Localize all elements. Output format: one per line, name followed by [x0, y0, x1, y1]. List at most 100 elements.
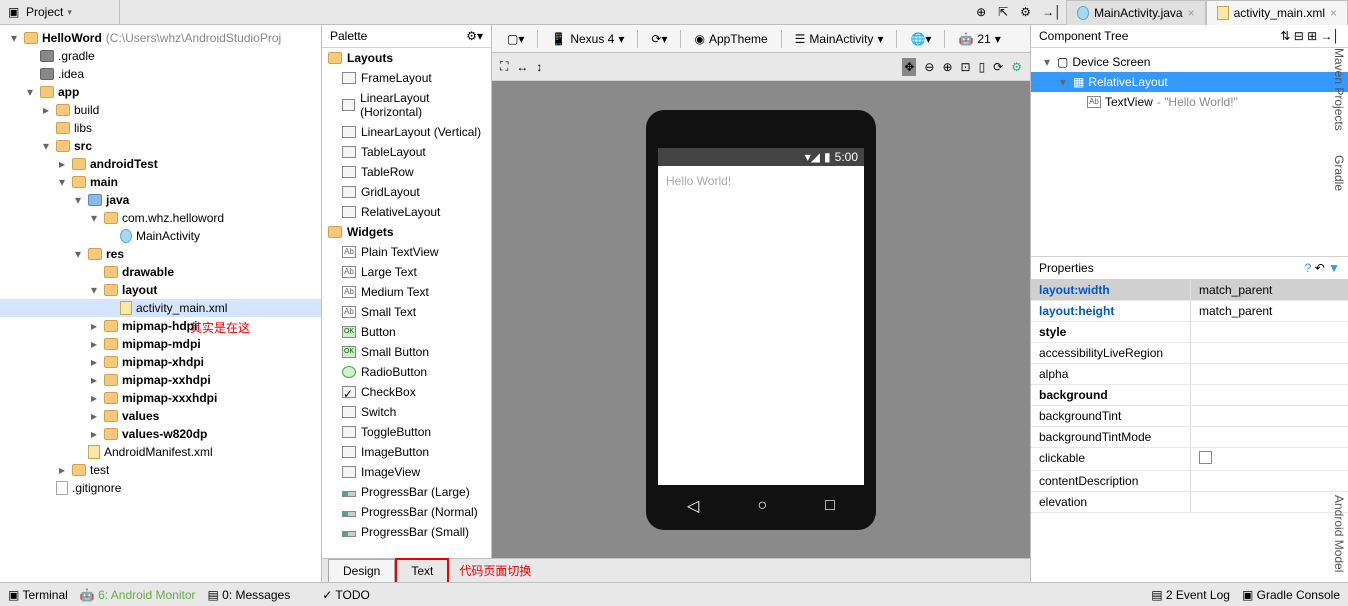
- palette-item[interactable]: AbPlain TextView: [322, 242, 491, 262]
- tree-item[interactable]: ▸mipmap-xhdpi: [0, 353, 321, 371]
- palette-item[interactable]: ProgressBar (Normal): [322, 502, 491, 522]
- component-tree[interactable]: ▾▢ Device Screen ▾▦ RelativeLayout Ab Te…: [1031, 48, 1348, 116]
- locale-dropdown[interactable]: 🌐▾: [903, 29, 938, 49]
- tree-item[interactable]: ▾com.whz.helloword: [0, 209, 321, 227]
- property-value[interactable]: [1191, 448, 1348, 470]
- property-value[interactable]: [1191, 492, 1348, 512]
- ct-textview[interactable]: Ab TextView - "Hello World!": [1031, 92, 1348, 112]
- palette-item[interactable]: ProgressBar (Large): [322, 482, 491, 502]
- property-value[interactable]: [1191, 427, 1348, 447]
- palette-group[interactable]: Layouts: [322, 48, 491, 68]
- target-icon[interactable]: ⊕: [976, 5, 990, 19]
- property-value[interactable]: match_parent: [1191, 301, 1348, 321]
- tree-item[interactable]: ▸androidTest: [0, 155, 321, 173]
- property-row[interactable]: elevation: [1031, 492, 1348, 513]
- activity-dropdown[interactable]: ☰ MainActivity▾: [788, 29, 891, 49]
- property-value[interactable]: [1191, 343, 1348, 363]
- property-value[interactable]: match_parent: [1191, 280, 1348, 300]
- checkbox[interactable]: [1199, 451, 1212, 464]
- device-dropdown[interactable]: 📱 Nexus 4▾: [544, 29, 631, 49]
- fit-width-icon[interactable]: ↔: [516, 60, 528, 74]
- palette-item[interactable]: TableRow: [322, 162, 491, 182]
- palette-item[interactable]: ToggleButton: [322, 422, 491, 442]
- tab-text[interactable]: Text: [395, 558, 449, 583]
- tree-item[interactable]: libs: [0, 119, 321, 137]
- ct-device-screen[interactable]: ▾▢ Device Screen: [1031, 52, 1348, 72]
- orientation-icon[interactable]: ⟳▾: [644, 29, 674, 49]
- help-icon[interactable]: ?: [1305, 261, 1312, 275]
- phone-screen[interactable]: ▾◢ ▮ 5:00 Hello World!: [658, 148, 864, 485]
- property-value[interactable]: [1191, 322, 1348, 342]
- property-value[interactable]: [1191, 406, 1348, 426]
- palette-item[interactable]: Switch: [322, 402, 491, 422]
- fit-height-icon[interactable]: ↕: [536, 60, 542, 74]
- property-row[interactable]: clickable: [1031, 448, 1348, 471]
- tree-root[interactable]: ▾ HelloWord (C:\Users\whz\AndroidStudioP…: [0, 29, 321, 47]
- tree-item[interactable]: ▾src: [0, 137, 321, 155]
- back-icon[interactable]: ◁: [687, 496, 699, 516]
- gear-icon[interactable]: ⚙: [1011, 60, 1022, 74]
- tree-item[interactable]: ▸values: [0, 407, 321, 425]
- vtab-gradle[interactable]: Gradle: [1326, 147, 1348, 199]
- collapse-icon[interactable]: ⇱: [998, 5, 1012, 19]
- messages-button[interactable]: ▤ 0: Messages: [208, 588, 291, 602]
- palette-item[interactable]: TableLayout: [322, 142, 491, 162]
- vtab-maven[interactable]: Maven Projects: [1326, 40, 1348, 139]
- recent-icon[interactable]: □: [825, 497, 835, 515]
- file-icon[interactable]: ▯: [979, 60, 986, 74]
- palette-item[interactable]: AbLarge Text: [322, 262, 491, 282]
- property-row[interactable]: backgroundTintMode: [1031, 427, 1348, 448]
- palette-item[interactable]: ImageButton: [322, 442, 491, 462]
- event-log-button[interactable]: ▤ 2 Event Log: [1151, 588, 1230, 602]
- tab-design[interactable]: Design: [328, 559, 395, 582]
- tree-item[interactable]: ▾app: [0, 83, 321, 101]
- theme-dropdown[interactable]: ◉ AppTheme: [687, 29, 774, 49]
- palette-item[interactable]: OKButton: [322, 322, 491, 342]
- properties-table[interactable]: layout:widthmatch_parentlayout:heightmat…: [1031, 280, 1348, 582]
- tree-item[interactable]: ▸mipmap-hdpi: [0, 317, 321, 335]
- palette-item[interactable]: LinearLayout (Vertical): [322, 122, 491, 142]
- tree-item[interactable]: ▸mipmap-xxhdpi: [0, 371, 321, 389]
- tree-item[interactable]: drawable: [0, 263, 321, 281]
- tree-item[interactable]: .gitignore: [0, 479, 321, 497]
- palette-item[interactable]: LinearLayout (Horizontal): [322, 88, 491, 122]
- tab-mainactivity-java[interactable]: MainActivity.java ×: [1066, 0, 1206, 25]
- property-row[interactable]: background: [1031, 385, 1348, 406]
- palette-group[interactable]: Widgets: [322, 222, 491, 242]
- hide-icon[interactable]: →│: [1042, 5, 1056, 19]
- home-icon[interactable]: ○: [757, 497, 767, 515]
- property-row[interactable]: layout:heightmatch_parent: [1031, 301, 1348, 322]
- android-monitor-button[interactable]: 🤖 6: Android Monitor: [80, 588, 196, 602]
- tree-item[interactable]: AndroidManifest.xml: [0, 443, 321, 461]
- ct-relativelayout[interactable]: ▾▦ RelativeLayout: [1031, 72, 1348, 92]
- palette-list[interactable]: LayoutsFrameLayoutLinearLayout (Horizont…: [322, 48, 491, 558]
- tab-activity-main-xml[interactable]: activity_main.xml ×: [1206, 0, 1348, 25]
- tree-item[interactable]: MainActivity: [0, 227, 321, 245]
- palette-item[interactable]: ProgressBar (Small): [322, 522, 491, 542]
- palette-item[interactable]: ImageView: [322, 462, 491, 482]
- palette-item[interactable]: AbSmall Text: [322, 302, 491, 322]
- refresh-icon[interactable]: ⟳: [993, 60, 1003, 74]
- property-row[interactable]: contentDescription: [1031, 471, 1348, 492]
- tree-item[interactable]: .gradle: [0, 47, 321, 65]
- tree-item[interactable]: ▸mipmap-xxxhdpi: [0, 389, 321, 407]
- property-row[interactable]: backgroundTint: [1031, 406, 1348, 427]
- palette-item[interactable]: GridLayout: [322, 182, 491, 202]
- palette-item[interactable]: RadioButton: [322, 362, 491, 382]
- close-icon[interactable]: ×: [1330, 6, 1337, 20]
- tree-item[interactable]: ▾java: [0, 191, 321, 209]
- api-dropdown[interactable]: 🤖21▾: [951, 29, 1007, 49]
- project-dropdown[interactable]: ▣ Project ▾: [0, 0, 120, 24]
- select-icon[interactable]: ✥: [902, 58, 916, 76]
- expand-icon[interactable]: ⛶: [500, 59, 508, 74]
- tree-item[interactable]: ▸values-w820dp: [0, 425, 321, 443]
- terminal-button[interactable]: ▣ Terminal: [8, 588, 68, 602]
- zoom-fit-icon[interactable]: ⊡: [961, 60, 971, 74]
- tree-item[interactable]: ▸mipmap-mdpi: [0, 335, 321, 353]
- palette-item[interactable]: OKSmall Button: [322, 342, 491, 362]
- close-icon[interactable]: ×: [1188, 6, 1195, 20]
- palette-item[interactable]: AbMedium Text: [322, 282, 491, 302]
- tree-item[interactable]: ▸build: [0, 101, 321, 119]
- gradle-console-button[interactable]: ▣ Gradle Console: [1242, 588, 1340, 602]
- property-value[interactable]: [1191, 471, 1348, 491]
